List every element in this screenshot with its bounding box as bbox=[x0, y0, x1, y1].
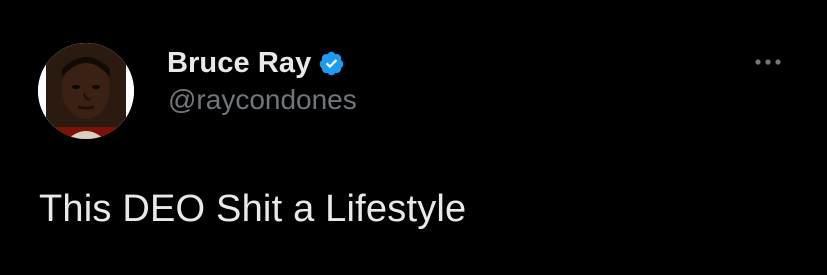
author-name-row: Bruce Ray bbox=[167, 43, 345, 83]
more-horizontal-icon bbox=[755, 59, 781, 65]
author-display-name[interactable]: Bruce Ray bbox=[167, 47, 311, 80]
verified-badge-icon bbox=[318, 50, 345, 77]
tweet-card: Bruce Ray @raycondones This DEO Shit a L… bbox=[0, 0, 827, 275]
author-avatar[interactable] bbox=[38, 43, 134, 139]
tweet-text: This DEO Shit a Lifestyle bbox=[39, 188, 467, 230]
author-handle[interactable]: @raycondones bbox=[168, 84, 357, 116]
avatar-photo bbox=[38, 43, 134, 139]
more-options-button[interactable] bbox=[750, 48, 786, 76]
